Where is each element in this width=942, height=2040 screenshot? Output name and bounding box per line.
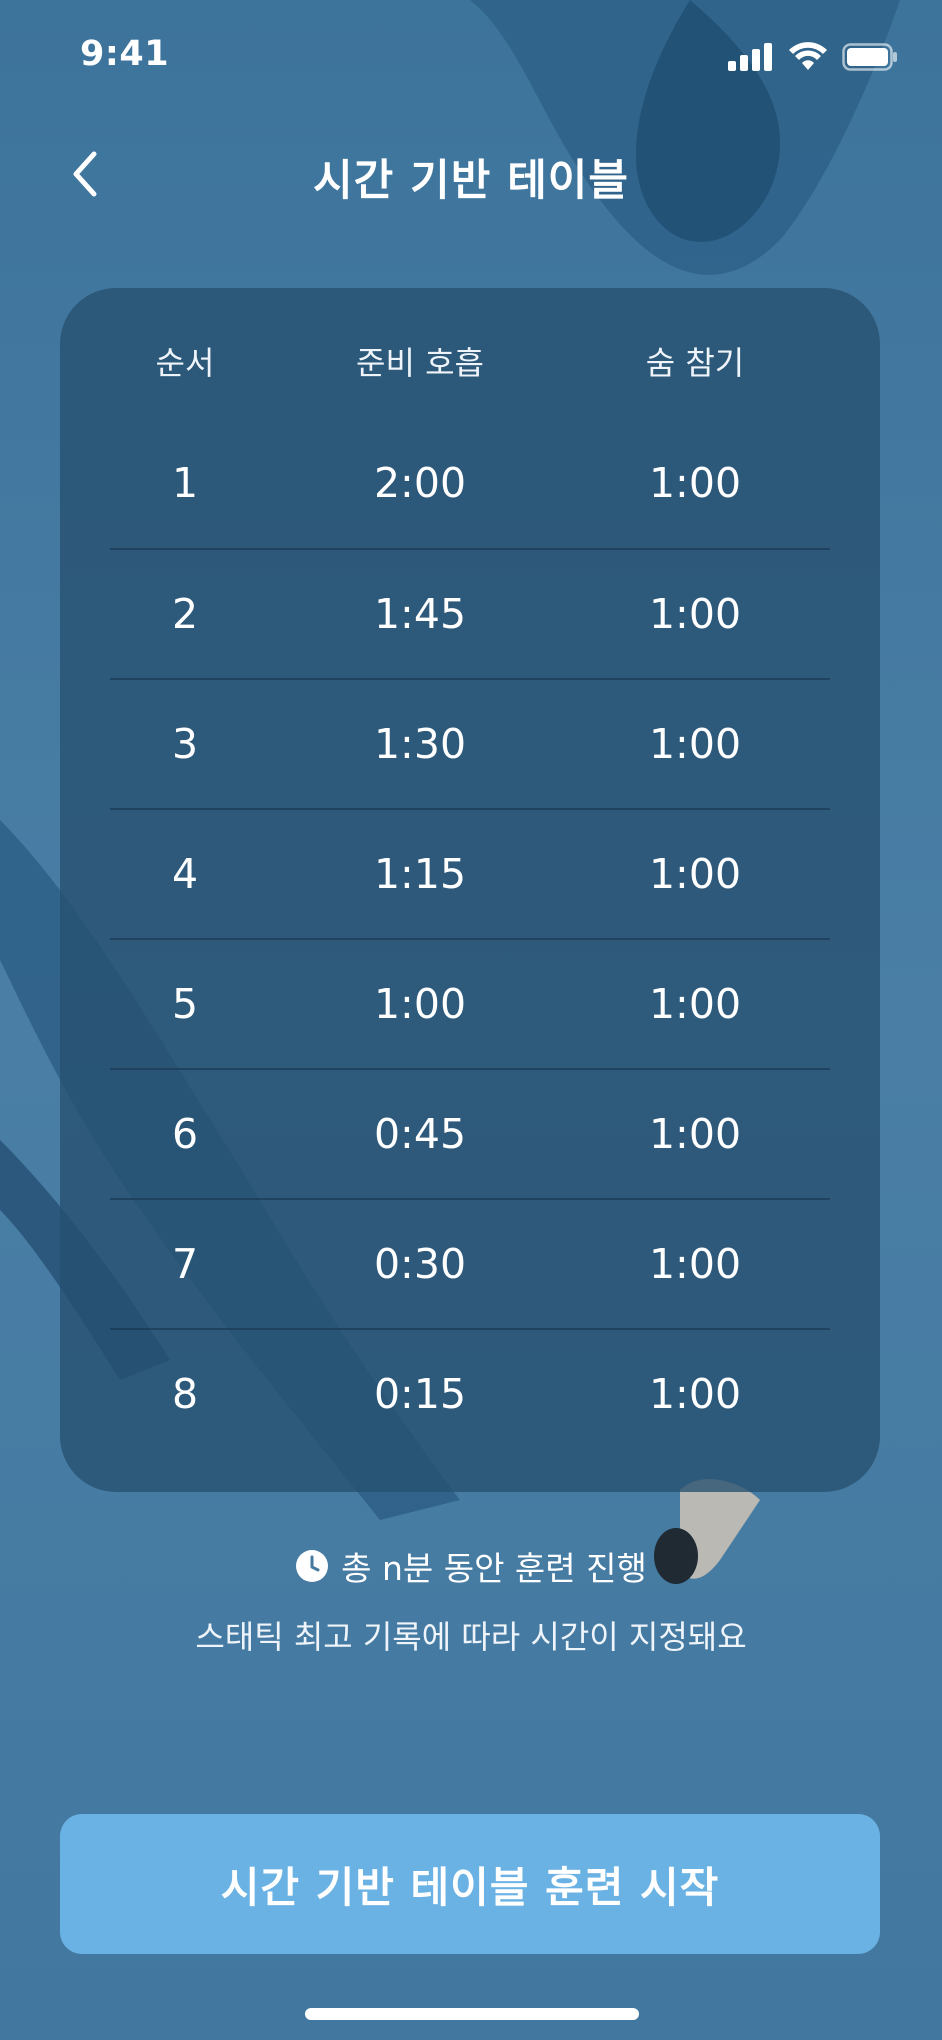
cell-hold-time: 1:00 [648, 590, 742, 638]
cell-hold-time: 1:00 [648, 1240, 742, 1288]
duration-text: 총 n분 동안 훈련 진행 [341, 1549, 647, 1588]
table-card: 순서 준비 호흡 숨 참기 1 2:00 1:00 2 1:45 1:00 3 … [60, 288, 880, 1492]
status-time: 9:41 [80, 34, 170, 74]
cell-prep-time: 0:15 [373, 1370, 467, 1418]
cell-hold-time: 1:00 [648, 459, 742, 507]
cell-prep-time: 1:15 [373, 850, 467, 898]
start-training-button[interactable]: 시간 기반 테이블 훈련 시작 [60, 1814, 880, 1954]
cell-prep-time: 0:45 [373, 1110, 467, 1158]
status-bar: 9:41 [0, 0, 942, 116]
cell-prep-time: 1:30 [373, 720, 467, 768]
table-row: 4 1:15 1:00 [110, 809, 830, 939]
battery-icon [842, 43, 897, 71]
table-row: 3 1:30 1:00 [110, 679, 830, 809]
training-info: 총 n분 동안 훈련 진행 스태틱 최고 기록에 따라 시간이 지정돼요 [0, 1542, 942, 1658]
cell-order: 7 [171, 1240, 199, 1288]
nav-bar: 시간 기반 테이블 [0, 130, 942, 216]
cell-order: 4 [171, 850, 199, 898]
column-header-breath-hold: 숨 참기 [645, 344, 745, 382]
table-row: 6 0:45 1:00 [110, 1069, 830, 1199]
clock-icon [296, 1550, 329, 1582]
table-row: 8 0:15 1:00 [110, 1329, 830, 1459]
cell-hold-time: 1:00 [648, 980, 742, 1028]
table-row: 5 1:00 1:00 [110, 939, 830, 1069]
cell-prep-time: 2:00 [373, 459, 467, 507]
cell-order: 1 [171, 459, 199, 507]
cell-hold-time: 1:00 [648, 720, 742, 768]
cell-hold-time: 1:00 [648, 1370, 742, 1418]
table-header: 순서 준비 호흡 숨 참기 [110, 308, 830, 418]
cell-prep-time: 1:00 [373, 980, 467, 1028]
page-title: 시간 기반 테이블 [313, 156, 629, 206]
cellular-signal-icon [728, 43, 772, 71]
cell-order: 5 [171, 980, 199, 1028]
cell-order: 8 [171, 1370, 199, 1418]
cell-prep-time: 0:30 [373, 1240, 467, 1288]
table-row: 2 1:45 1:00 [110, 549, 830, 679]
cell-order: 3 [171, 720, 199, 768]
wifi-icon [789, 42, 827, 70]
table-row: 7 0:30 1:00 [110, 1199, 830, 1329]
duration-line: 총 n분 동안 훈련 진행 [0, 1542, 942, 1590]
info-note: 스태틱 최고 기록에 따라 시간이 지정돼요 [195, 1618, 747, 1656]
cell-order: 6 [171, 1110, 199, 1158]
column-header-prep-breathing: 준비 호흡 [356, 344, 484, 382]
cell-order: 2 [171, 590, 199, 638]
cell-hold-time: 1:00 [648, 1110, 742, 1158]
table-row: 1 2:00 1:00 [110, 418, 830, 548]
column-header-order: 순서 [155, 344, 215, 382]
home-indicator [305, 2008, 639, 2020]
cell-prep-time: 1:45 [373, 590, 467, 638]
status-icons [728, 42, 898, 72]
cell-hold-time: 1:00 [648, 850, 742, 898]
